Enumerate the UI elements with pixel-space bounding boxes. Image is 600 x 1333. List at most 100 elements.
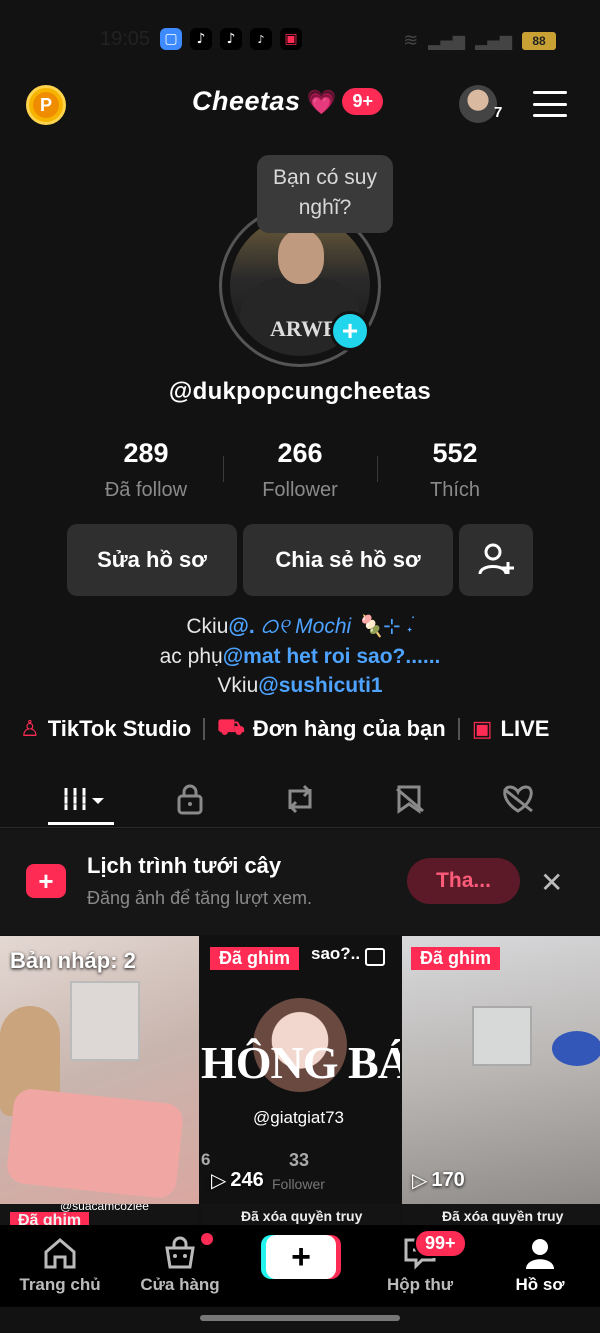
bio-line-1: Ckiu@. ᜊ୧ Mochi 🍡⊹ ࣪˖ <box>0 612 600 640</box>
home-indicator[interactable] <box>200 1315 400 1321</box>
bio-mention[interactable]: @mat het roi sao?...... <box>223 645 441 668</box>
grid-icon <box>64 788 104 810</box>
recording-icon: ▣ <box>280 28 302 50</box>
video-banner-text: HÔNG BÁ <box>201 1037 400 1088</box>
nav-profile-label: Hồ sơ <box>515 1275 565 1294</box>
create-video-button[interactable]: + <box>266 1235 336 1279</box>
likes-stat[interactable]: 552 Thích <box>380 438 530 502</box>
account-count: 7 <box>494 104 503 121</box>
tiktok-notification-icon: ♪ <box>220 28 242 50</box>
video-user-handle: @giatgiat73 <box>253 1108 344 1127</box>
view-count-value: 246 <box>230 1168 264 1191</box>
shop-notification-dot <box>201 1233 213 1245</box>
following-count: 289 <box>123 438 169 468</box>
add-friend-button[interactable] <box>459 524 533 596</box>
status-app-icons: ▢ ♪ ♪ ♪ ▣ <box>160 28 302 50</box>
content-tabs <box>0 770 600 828</box>
access-removed-label: Đã xóa quyền truy <box>241 1208 363 1224</box>
tab-private[interactable] <box>150 770 230 828</box>
cart-icon: ⛟ <box>217 715 245 740</box>
play-icon: ▷ <box>211 1168 227 1192</box>
view-count-value: 170 <box>431 1168 465 1191</box>
bio-mention-mochi[interactable]: ᜊ୧ Mochi 🍡⊹ ࣪˖ <box>255 615 414 638</box>
video-thumbnail-partial[interactable]: @suacamcozlee Đã ghim <box>0 1204 199 1226</box>
bio-mention[interactable]: @sushicuti1 <box>258 674 382 697</box>
pinned-badge: Đã ghim <box>210 947 300 970</box>
avatar-face <box>278 230 324 284</box>
tiktok-studio-link[interactable]: TikTok Studio <box>48 716 191 742</box>
thought-tooltip[interactable]: Bạn có suy nghĩ? <box>257 155 393 233</box>
pinned-badge: Đã ghim <box>411 947 501 970</box>
followers-stat[interactable]: 266 Follower <box>225 438 375 502</box>
status-time: 19:05 <box>100 28 151 50</box>
nav-shop-label: Cửa hàng <box>140 1275 220 1294</box>
video-stat: 33 <box>289 1150 310 1170</box>
profile-title: Cheetas 💗 9+ <box>192 86 383 117</box>
link-divider <box>203 718 206 740</box>
promo-subtitle: Đăng ảnh để tăng lượt xem. <box>87 888 312 908</box>
menu-icon[interactable] <box>533 91 567 117</box>
studio-icon: ♙ <box>20 716 40 742</box>
stat-divider <box>223 456 224 482</box>
share-profile-button[interactable]: Chia sẻ hồ sơ <box>243 524 453 596</box>
following-stat[interactable]: 289 Đã follow <box>71 438 221 502</box>
pinned-video-thumbnail[interactable]: Đã ghim ▷ 170 <box>402 936 600 1204</box>
profile-stats: 289 Đã follow 266 Follower 552 Thích <box>0 438 600 508</box>
heart-hidden-icon <box>503 785 533 813</box>
tab-videos[interactable] <box>45 770 125 828</box>
followers-count: 266 <box>277 438 323 468</box>
nav-profile[interactable]: Hồ sơ <box>480 1233 600 1295</box>
edit-profile-button[interactable]: Sửa hồ sơ <box>67 524 237 596</box>
pink-case-shape <box>5 1087 185 1200</box>
tab-favorites[interactable] <box>370 770 450 828</box>
mouse-shape <box>552 1031 600 1066</box>
access-removed-label: Đã xóa quyền truy <box>442 1208 564 1224</box>
nav-inbox-label: Hộp thư <box>386 1275 454 1294</box>
nav-shop[interactable]: Cửa hàng <box>120 1233 240 1295</box>
signal-icon: ▂▄▆ <box>475 31 512 50</box>
username: @dukpopcungcheetas <box>168 378 432 405</box>
bio-line-3: Vkiu@sushicuti1 <box>0 674 600 698</box>
account-switch-avatar[interactable] <box>459 85 497 123</box>
bio-text: Ckiu <box>186 615 229 638</box>
avatar-shirt-text: ARWE <box>270 316 338 341</box>
video-stat: 6 <box>201 1150 211 1169</box>
video-thumbnail-partial[interactable]: Đã xóa quyền truy <box>402 1204 600 1226</box>
coin-icon[interactable]: P <box>26 85 66 125</box>
followers-label: Follower <box>262 479 338 501</box>
likes-count: 552 <box>432 438 478 468</box>
bio-mention[interactable]: @. <box>228 615 254 638</box>
video-thumbnail-partial[interactable]: Đã xóa quyền truy <box>201 1204 400 1226</box>
tab-reposts[interactable] <box>260 770 340 828</box>
bio-text: ac phụ <box>159 645 223 668</box>
draft-count-label: Bản nháp: 2 <box>10 948 136 973</box>
profile-links: ♙ TikTok Studio ⛟ Đơn hàng của bạn ▣ LIV… <box>20 712 590 746</box>
multi-image-icon <box>365 948 385 966</box>
repost-icon <box>288 784 312 814</box>
following-label: Đã follow <box>104 479 188 501</box>
add-story-button[interactable]: + <box>330 311 370 351</box>
wifi-icon: ≋ <box>403 30 419 51</box>
live-icon: ▣ <box>471 716 493 742</box>
promo-join-button[interactable]: Tha... <box>407 858 520 904</box>
close-icon[interactable]: ✕ <box>540 866 563 899</box>
status-indicators: ≋ ▂▄▆ ▂▄▆ 88 <box>403 30 556 51</box>
coin-label: P <box>33 92 59 118</box>
organizer-shape <box>70 981 140 1061</box>
view-count: ▷ 246 <box>211 1168 264 1192</box>
view-count: ▷ 170 <box>412 1168 465 1192</box>
signal-icon: ▂▄▆ <box>428 31 466 50</box>
draft-video-thumbnail[interactable]: Bản nháp: 2 <box>0 936 199 1204</box>
profile-icon <box>480 1233 600 1273</box>
video-caption: sao?.. <box>311 944 361 963</box>
live-link[interactable]: LIVE <box>501 716 550 742</box>
orders-link[interactable]: Đơn hàng của bạn <box>253 716 446 742</box>
likes-label: Thích <box>429 479 481 501</box>
nav-home[interactable]: Trang chủ <box>0 1233 120 1295</box>
lock-icon <box>177 784 203 815</box>
inbox-badge: 99+ <box>414 1229 467 1258</box>
tab-liked[interactable] <box>478 770 558 828</box>
pinned-video-thumbnail[interactable]: Đã ghim sao?.. HÔNG BÁ @giatgiat73 6 33 … <box>201 936 400 1204</box>
home-icon <box>0 1233 120 1273</box>
notification-badge[interactable]: 9+ <box>342 88 383 115</box>
